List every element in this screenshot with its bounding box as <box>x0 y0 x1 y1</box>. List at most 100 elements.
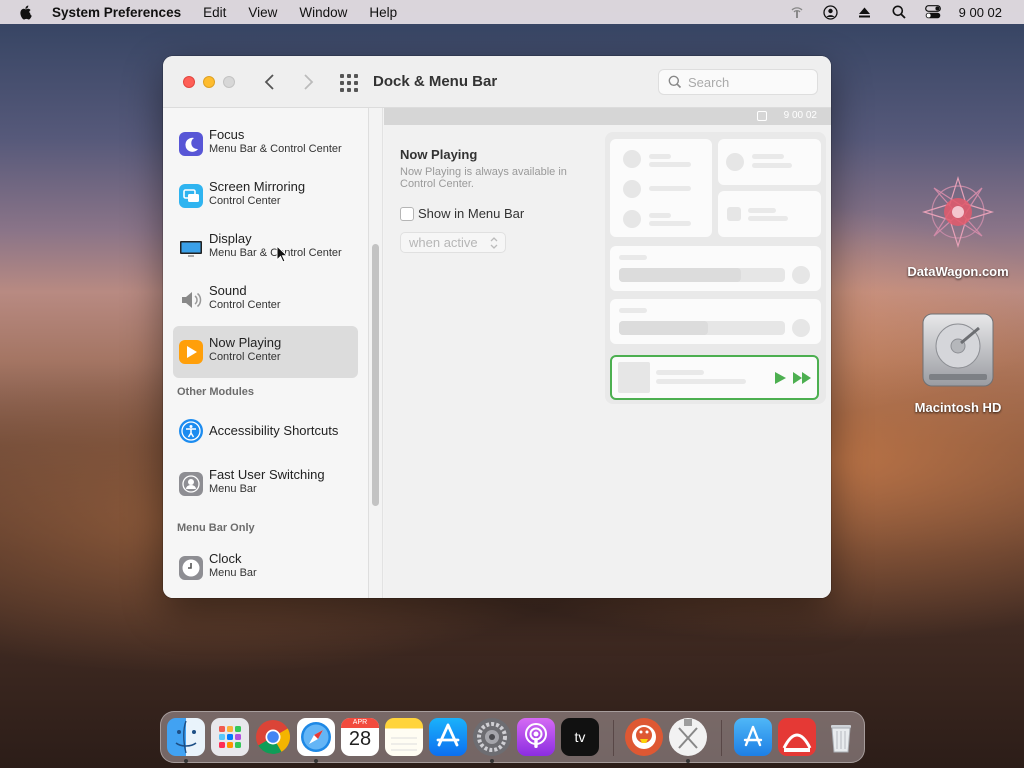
ttrack-icon[interactable] <box>778 718 816 756</box>
show-in-menu-bar-checkbox[interactable] <box>400 207 414 221</box>
sidebar-item-subtitle: Menu Bar <box>209 567 257 579</box>
sidebar-item-title: Screen Mirroring <box>209 179 306 194</box>
desktop-label-macintosh-hd: Macintosh HD <box>914 400 1002 415</box>
launchpad-icon[interactable] <box>211 718 249 756</box>
dock-separator <box>721 720 722 756</box>
minimize-window-button[interactable] <box>203 76 215 88</box>
trash-icon[interactable] <box>822 718 860 756</box>
sidebar-scrollbar-thumb[interactable] <box>372 244 379 506</box>
menu-edit[interactable]: Edit <box>203 5 226 20</box>
menu-view[interactable]: View <box>248 5 277 20</box>
forward-arrow-icon[interactable] <box>298 72 318 92</box>
notes-icon[interactable] <box>385 718 423 756</box>
spotlight-search-icon[interactable] <box>891 4 907 20</box>
sidebar-item-subtitle: Control Center <box>209 299 281 311</box>
sidebar-item-fast-user-switching[interactable]: Fast User Switching Menu Bar <box>173 458 358 510</box>
desktop-icon-datawagon[interactable]: DataWagon.com <box>903 170 1013 279</box>
sidebar-item-display[interactable]: Display Menu Bar & Control Center <box>173 222 358 274</box>
xcode-installer-icon[interactable] <box>669 718 707 756</box>
play-icon <box>179 340 203 364</box>
dock: APR 28 tv <box>160 711 865 763</box>
window-title: Dock & Menu Bar <box>373 73 498 90</box>
dock-separator <box>613 720 614 756</box>
apple-tv-label: tv <box>574 729 586 745</box>
menubar-preview-strip: 9 00 02 <box>384 108 831 125</box>
user-account-icon[interactable] <box>823 4 839 20</box>
sidebar-item-screen-mirroring[interactable]: Screen Mirroring Control Center <box>173 170 358 222</box>
sidebar-item-focus[interactable]: Focus Menu Bar & Control Center <box>173 118 358 170</box>
preview-now-playing-panel <box>610 355 819 400</box>
mouse-cursor-icon <box>276 245 288 263</box>
sidebar-item-title: Focus <box>209 127 245 142</box>
preview-focus-panel <box>718 139 821 185</box>
moon-icon <box>179 132 203 156</box>
app-store-icon[interactable] <box>429 718 467 756</box>
sidebar-item-accessibility-shortcuts[interactable]: Accessibility Shortcuts <box>173 405 358 457</box>
podcasts-icon[interactable] <box>517 718 555 756</box>
sidebar: Focus Menu Bar & Control Center Screen M… <box>163 108 369 598</box>
sidebar-item-title: Accessibility Shortcuts <box>209 423 339 438</box>
screen-mirroring-icon <box>179 184 203 208</box>
menu-clock[interactable]: 9 00 02 <box>959 5 1002 20</box>
wifi-icon[interactable] <box>789 4 805 20</box>
control-center-preview <box>605 132 826 404</box>
preview-clock: 9 00 02 <box>783 110 817 121</box>
close-window-button[interactable] <box>183 76 195 88</box>
window-toolbar: Dock & Menu Bar <box>163 56 831 108</box>
sidebar-item-clock[interactable]: Clock Menu Bar <box>173 542 358 594</box>
now-playing-heading: Now Playing <box>400 147 478 162</box>
preview-mirroring-panel <box>718 191 821 237</box>
back-arrow-icon[interactable] <box>260 72 280 92</box>
preview-sound-panel <box>610 299 821 344</box>
finder-icon[interactable] <box>167 718 205 756</box>
display-icon <box>179 236 203 260</box>
eject-icon[interactable] <box>857 4 873 20</box>
menu-bar: System Preferences Edit View Window Help… <box>0 0 1024 24</box>
control-center-icon[interactable] <box>924 4 941 20</box>
sidebar-item-subtitle: Menu Bar <box>209 483 257 495</box>
desktop-icon-macintosh-hd[interactable]: Macintosh HD <box>903 310 1013 415</box>
menu-help[interactable]: Help <box>369 5 397 20</box>
calendar-month: APR <box>341 718 379 728</box>
play-icon <box>775 372 786 384</box>
calendar-day: 28 <box>348 728 372 750</box>
sidebar-item-now-playing[interactable]: Now Playing Control Center <box>173 326 358 378</box>
show-all-grid-icon[interactable] <box>339 73 359 93</box>
menu-app-name[interactable]: System Preferences <box>52 5 181 20</box>
preview-display-panel <box>610 246 821 291</box>
desktop-label-datawagon: DataWagon.com <box>907 264 1009 279</box>
chevron-updown-icon <box>490 237 498 249</box>
fast-forward-icon <box>793 372 811 384</box>
duckduckgo-icon[interactable] <box>625 718 663 756</box>
hard-drive-icon <box>922 313 994 387</box>
zoom-window-button[interactable] <box>223 76 235 88</box>
preview-connectivity-panel <box>610 139 712 237</box>
sidebar-item-sound[interactable]: Sound Control Center <box>173 274 358 326</box>
datawagon-logo-icon <box>921 175 995 249</box>
apple-logo-icon[interactable] <box>18 4 34 20</box>
dropdown-value: when active <box>409 235 478 250</box>
sidebar-item-subtitle: Menu Bar & Control Center <box>209 143 342 155</box>
chrome-icon[interactable] <box>254 718 292 756</box>
sidebar-item-subtitle: Control Center <box>209 351 281 363</box>
menu-window[interactable]: Window <box>299 5 347 20</box>
sidebar-item-title: Now Playing <box>209 335 282 350</box>
show-in-menu-bar-label[interactable]: Show in Menu Bar <box>418 206 524 221</box>
sidebar-item-title: Clock <box>209 551 242 566</box>
visibility-dropdown[interactable]: when active <box>400 232 506 253</box>
now-playing-description: Now Playing is always available in Contr… <box>400 166 567 190</box>
search-field[interactable] <box>658 69 818 95</box>
applications-folder-icon[interactable] <box>734 718 772 756</box>
safari-icon[interactable] <box>297 718 335 756</box>
system-preferences-icon[interactable] <box>473 718 511 756</box>
sidebar-item-title: Sound <box>209 283 247 298</box>
apple-tv-icon[interactable]: tv <box>561 718 599 756</box>
sidebar-item-title: Fast User Switching <box>209 467 325 482</box>
sidebar-item-title: Display <box>209 231 252 246</box>
calendar-icon[interactable]: APR 28 <box>341 718 379 756</box>
section-heading-menu-bar-only: Menu Bar Only <box>177 522 255 534</box>
accessibility-icon <box>179 419 203 443</box>
sidebar-item-subtitle: Control Center <box>209 195 281 207</box>
search-input[interactable] <box>688 74 808 90</box>
speaker-icon <box>179 288 203 312</box>
